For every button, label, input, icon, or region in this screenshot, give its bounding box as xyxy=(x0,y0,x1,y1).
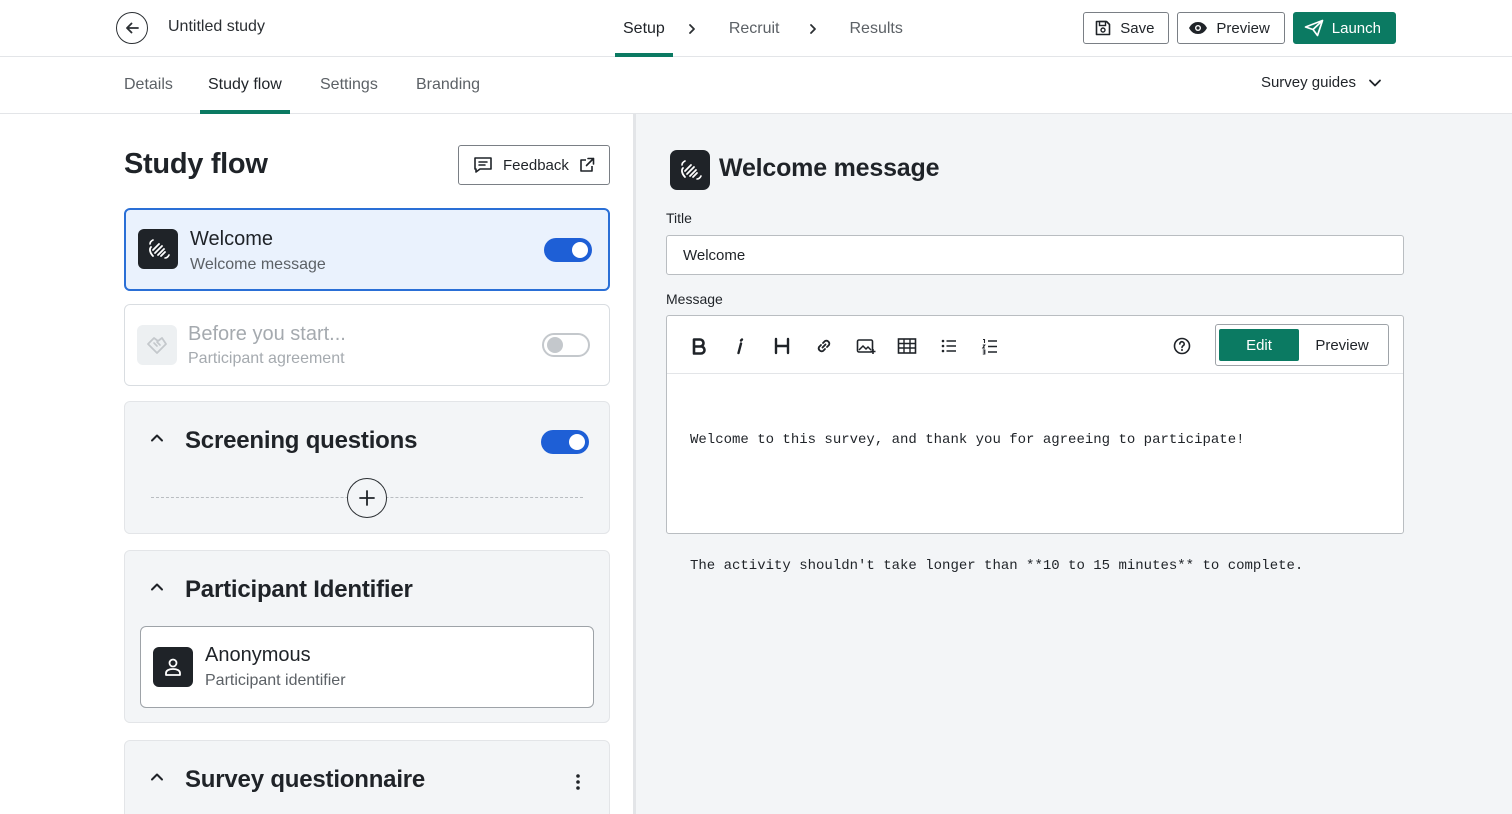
title-label: Title xyxy=(666,210,692,226)
paper-plane-icon xyxy=(1304,19,1324,37)
save-label: Save xyxy=(1120,19,1155,37)
more-options-icon[interactable] xyxy=(575,773,581,791)
title-input[interactable] xyxy=(666,235,1404,275)
message-textarea[interactable]: Welcome to this survey, and thank you fo… xyxy=(690,388,1303,619)
chevron-down-icon xyxy=(1369,79,1381,86)
top-actions: Save Preview Launch xyxy=(1083,12,1396,44)
tab-label: Study flow xyxy=(208,76,282,93)
editor-title: Welcome message xyxy=(719,154,940,182)
step-results[interactable]: Results xyxy=(842,0,911,57)
toggle-knob xyxy=(569,434,585,450)
italic-icon[interactable] xyxy=(726,332,754,360)
card-title: Before you start... xyxy=(188,323,346,345)
tab-study-flow[interactable]: Study flow xyxy=(200,57,290,114)
chevron-right-icon xyxy=(808,23,818,35)
group-title: Participant Identifier xyxy=(185,576,413,603)
card-title: Welcome xyxy=(190,228,273,250)
add-question-button[interactable] xyxy=(347,478,387,518)
page-title: Study flow xyxy=(124,148,268,180)
step-recruit[interactable]: Recruit xyxy=(721,0,788,57)
link-icon[interactable] xyxy=(810,332,838,360)
tab-branding[interactable]: Branding xyxy=(408,57,488,113)
person-icon xyxy=(153,647,193,687)
identifier-card[interactable]: Anonymous Participant identifier xyxy=(140,626,594,708)
numbered-list-icon[interactable] xyxy=(976,332,1004,360)
feedback-label: Feedback xyxy=(503,156,569,174)
editor-mode-toggle: Edit Preview xyxy=(1215,324,1389,366)
group-title: Screening questions xyxy=(185,427,418,454)
chevron-right-icon xyxy=(687,23,697,35)
guides-label: Survey guides xyxy=(1260,74,1356,91)
bold-icon[interactable] xyxy=(685,332,713,360)
edit-mode-button[interactable]: Edit xyxy=(1219,329,1299,361)
survey-guides-dropdown[interactable]: Survey guides xyxy=(1261,74,1382,91)
group-title: Survey questionnaire xyxy=(185,766,426,793)
tab-details[interactable]: Details xyxy=(116,57,181,113)
save-icon xyxy=(1095,20,1111,36)
hand-wave-icon xyxy=(670,150,710,190)
agreement-toggle[interactable] xyxy=(542,333,590,357)
image-icon[interactable] xyxy=(852,332,880,360)
screening-toggle[interactable] xyxy=(541,430,589,454)
handshake-icon xyxy=(137,325,177,365)
editor-panel: Welcome message Title Message xyxy=(636,114,1512,814)
message-editor: Edit Preview Welcome to this survey, and… xyxy=(666,315,1404,574)
preview-mode-button[interactable]: Preview xyxy=(1299,329,1385,361)
arrow-left-icon xyxy=(126,22,139,34)
step-nav: Setup Recruit Results xyxy=(615,0,911,57)
step-label: Results xyxy=(849,19,903,37)
launch-button[interactable]: Launch xyxy=(1292,12,1396,44)
chevron-up-icon[interactable] xyxy=(149,771,165,783)
step-label: Recruit xyxy=(728,19,780,37)
save-button[interactable]: Save xyxy=(1083,12,1170,44)
card-subtitle: Welcome message xyxy=(190,256,326,273)
sub-tabs: Details Study flow Settings Branding Sur… xyxy=(0,57,1512,114)
plus-icon xyxy=(359,490,375,506)
toggle-knob xyxy=(572,242,588,258)
external-link-icon xyxy=(580,157,595,172)
tab-label: Settings xyxy=(320,76,378,93)
message-line: Welcome to this survey, and thank you fo… xyxy=(690,432,1245,448)
heading-icon[interactable] xyxy=(768,332,796,360)
preview-label: Preview xyxy=(1216,19,1270,37)
message-label: Message xyxy=(666,291,723,307)
top-bar: Untitled study Setup Recruit Results Sav… xyxy=(0,0,1512,57)
bulleted-list-icon[interactable] xyxy=(935,332,963,360)
chevron-up-icon[interactable] xyxy=(149,432,165,444)
feedback-button[interactable]: Feedback xyxy=(458,145,610,185)
chat-icon xyxy=(474,157,492,173)
message-line: The activity shouldn't take longer than … xyxy=(690,558,1304,574)
participant-identifier-group: Participant Identifier Anonymous Partici… xyxy=(124,550,610,723)
eye-icon xyxy=(1189,22,1208,34)
card-subtitle: Participant agreement xyxy=(188,350,345,367)
welcome-toggle[interactable] xyxy=(544,238,592,262)
hand-wave-icon xyxy=(138,229,178,269)
survey-questionnaire-group: Survey questionnaire xyxy=(124,740,610,814)
help-icon[interactable] xyxy=(1168,332,1196,360)
message-line: ​ xyxy=(690,493,1303,514)
editor-toolbar: Edit Preview xyxy=(667,316,1403,374)
card-title: Anonymous xyxy=(205,644,311,666)
launch-label: Launch xyxy=(1331,19,1381,37)
step-label: Setup xyxy=(623,19,665,37)
step-setup[interactable]: Setup xyxy=(615,0,673,57)
flow-card-welcome[interactable]: Welcome Welcome message xyxy=(124,208,610,291)
back-button[interactable] xyxy=(116,12,148,44)
table-icon[interactable] xyxy=(893,332,921,360)
preview-button[interactable]: Preview xyxy=(1177,12,1285,44)
tab-label: Branding xyxy=(416,76,481,93)
study-flow-panel: Study flow Feedback Welcome Welcome mess… xyxy=(0,114,634,814)
toggle-knob xyxy=(547,337,563,353)
chevron-up-icon[interactable] xyxy=(149,581,165,593)
study-title[interactable]: Untitled study xyxy=(168,18,265,36)
tab-settings[interactable]: Settings xyxy=(312,57,386,113)
screening-questions-group: Screening questions xyxy=(124,401,610,534)
flow-card-agreement[interactable]: Before you start... Participant agreemen… xyxy=(124,304,610,386)
card-subtitle: Participant identifier xyxy=(205,672,346,689)
tab-label: Details xyxy=(124,76,173,93)
